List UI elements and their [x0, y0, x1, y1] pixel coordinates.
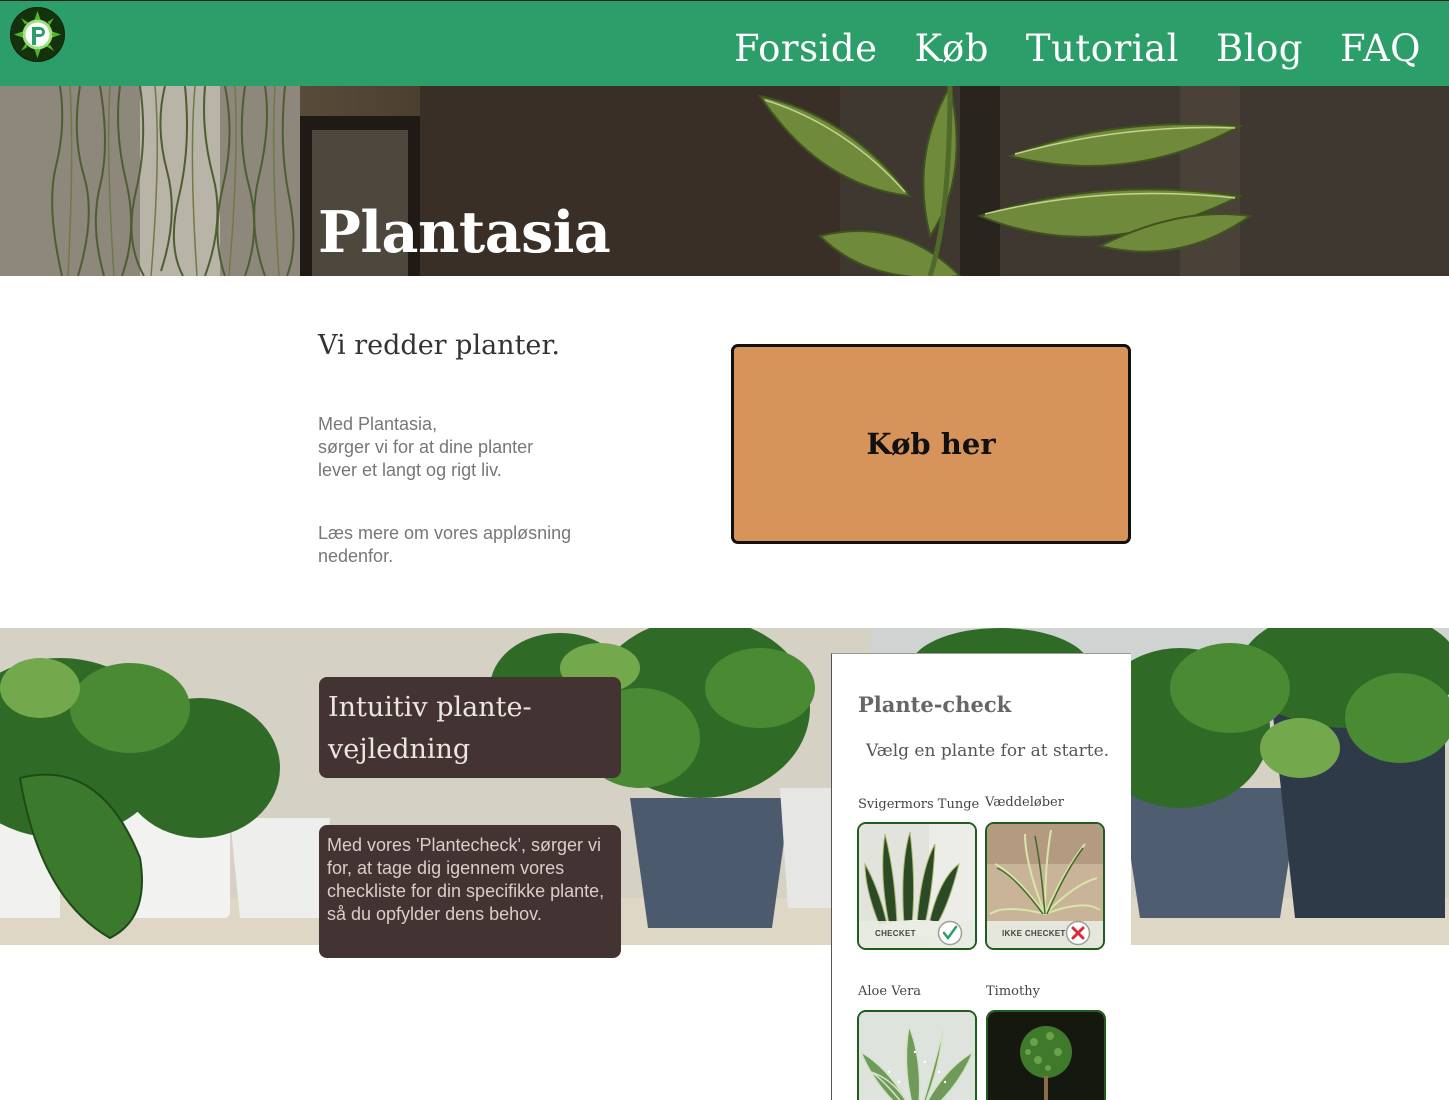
nav-tutorial-link[interactable]: Tutorial — [1026, 23, 1179, 75]
status-ikke-checket: IKKE CHECKET — [1002, 929, 1066, 938]
plantasia-logo[interactable] — [10, 7, 65, 62]
plant-name-timothy: Timothy — [986, 984, 1040, 999]
read-more-text: Læs mere om vores appløsning nedenfor. — [318, 523, 572, 566]
feature-band — [0, 628, 1449, 945]
plant-card-svigermors-tunge[interactable]: CHECKET — [857, 822, 977, 950]
main-nav: Forside Køb Tutorial Blog FAQ — [734, 23, 1421, 75]
plante-check-title: Plante-check — [858, 692, 1012, 717]
aloe-vera-image — [859, 1012, 975, 1100]
hero-title: Plantasia — [318, 199, 611, 266]
buy-here-button[interactable]: Køb her — [731, 344, 1131, 544]
status-checket: CHECKET — [875, 929, 916, 938]
feature-heading: Intuitiv plante-vejledning — [319, 677, 621, 778]
topiary-tree-image — [988, 1012, 1104, 1100]
plante-check-subtitle: Vælg en plante for at starte. — [866, 741, 1110, 761]
plante-check-panel: Plante-check Vælg en plante for at start… — [831, 653, 1131, 1100]
plants-photo — [0, 628, 1449, 945]
feature-description: Med vores 'Plantecheck', sørger vi for, … — [319, 825, 621, 958]
nav-forside-link[interactable]: Forside — [734, 23, 878, 75]
nav-koeb-link[interactable]: Køb — [914, 23, 988, 75]
plant-card-timothy[interactable] — [986, 1010, 1106, 1100]
nav-blog-link[interactable]: Blog — [1216, 23, 1303, 75]
checkmark-icon — [937, 920, 963, 946]
cross-icon — [1065, 920, 1091, 946]
plant-name-aloe-vera: Aloe Vera — [858, 984, 922, 999]
top-navbar: Forside Køb Tutorial Blog FAQ — [0, 0, 1449, 86]
plant-card-aloe-vera[interactable] — [857, 1010, 977, 1100]
logo-icon — [14, 11, 61, 58]
card-status-bar: CHECKET — [859, 920, 975, 948]
intro-paragraph: Med Plantasia, sørger vi for at dine pla… — [318, 414, 534, 480]
tagline: Vi redder planter. — [318, 330, 560, 361]
nav-faq-link[interactable]: FAQ — [1340, 23, 1421, 75]
plant-name-vaeddeloeber: Væddeløber — [985, 795, 1064, 810]
hero-plant-photo — [0, 86, 1449, 276]
plant-card-vaeddeloeber[interactable]: IKKE CHECKET — [985, 822, 1105, 950]
hero-banner: Plantasia — [0, 86, 1449, 276]
plant-name-svigermors-tunge: Svigermors Tunge — [858, 797, 980, 812]
buy-here-label: Køb her — [866, 427, 996, 461]
card-status-bar: IKKE CHECKET — [987, 920, 1103, 948]
